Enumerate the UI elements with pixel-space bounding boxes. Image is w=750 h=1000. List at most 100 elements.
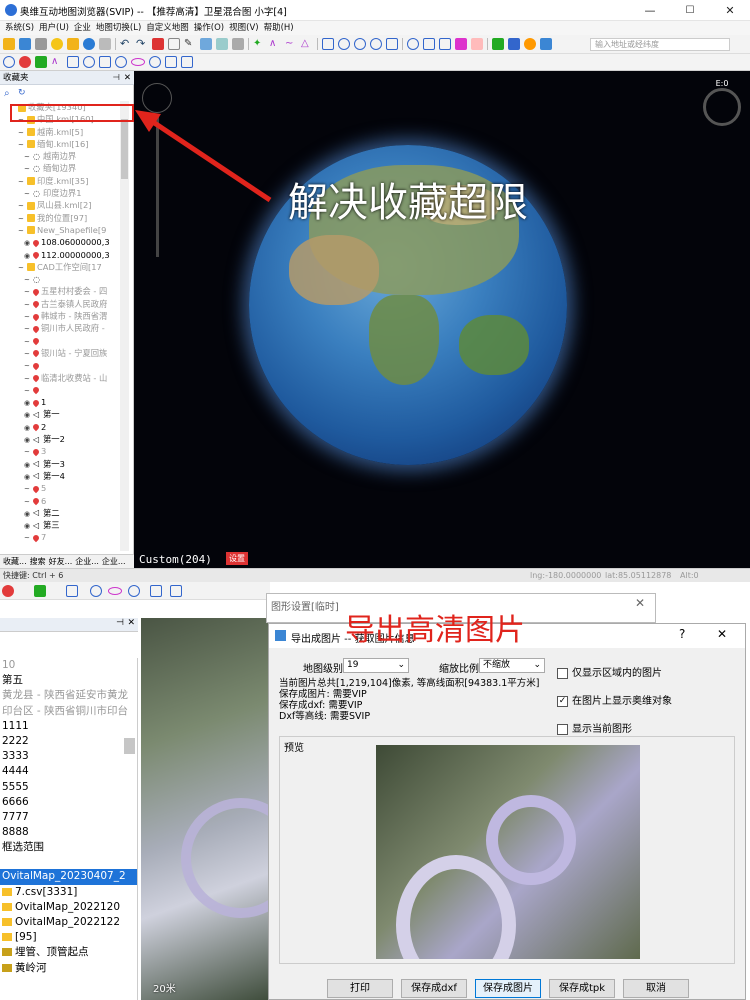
edit-icon[interactable]: ✎	[184, 38, 196, 50]
open-icon[interactable]	[3, 38, 15, 50]
tree-item[interactable]: ◉ 108.06000000,3	[0, 236, 120, 248]
folder-item[interactable]: 埋管、顶管起点	[0, 945, 137, 960]
tree-item[interactable]: ~7	[0, 531, 120, 543]
tree-item[interactable]: ~	[0, 359, 120, 371]
option-row[interactable]: 仅显示区域内的图片	[557, 660, 672, 688]
tree-item[interactable]: ~ CAD工作空间[17	[0, 261, 120, 273]
menu-item[interactable]: 企业	[74, 21, 91, 35]
layer-icon[interactable]	[99, 38, 111, 50]
settings-button[interactable]: 设置	[226, 552, 248, 565]
tree-item[interactable]: ~5	[0, 482, 120, 494]
tree-item[interactable]: ◉ 112.00000000,3	[0, 249, 120, 261]
level-select[interactable]: 19 ⌄	[343, 658, 409, 673]
flag-icon-2[interactable]	[34, 585, 46, 597]
compass[interactable]: E:0	[700, 79, 744, 127]
tree-item[interactable]: ◉ ◁ 第一3	[0, 458, 120, 470]
list-item[interactable]: 框选范围	[0, 840, 137, 855]
dialog-button[interactable]: 保存成图片	[475, 979, 541, 998]
list-item[interactable]: 1111	[0, 719, 137, 734]
close-dialog-button[interactable]: ✕	[717, 627, 727, 641]
panel-search-icon[interactable]: ⌕	[4, 88, 10, 99]
ellipse-icon[interactable]	[407, 38, 419, 50]
rect-icon[interactable]	[386, 38, 398, 50]
pin-icon-2[interactable]	[2, 585, 14, 597]
tree-item[interactable]: ~ 越南.kml[5]	[0, 126, 120, 138]
help-button[interactable]: ?	[679, 627, 685, 641]
pin-panel-icon-2[interactable]: ⊣	[116, 618, 124, 628]
panel-tab[interactable]: 收藏...	[3, 557, 27, 566]
circle-tool-icon[interactable]	[83, 56, 95, 68]
curve-icon[interactable]: ∼	[285, 38, 297, 50]
close-panel-icon[interactable]: ✕	[124, 71, 131, 85]
tree-item[interactable]: ◉ ◁ 第三	[0, 519, 120, 531]
tree-item[interactable]: ◉ 2	[0, 421, 120, 433]
ring-icon-2[interactable]	[128, 585, 140, 597]
share-icon[interactable]	[508, 38, 520, 50]
user-icon[interactable]	[35, 38, 47, 50]
visibility-icon[interactable]: ~	[18, 176, 27, 187]
polygon-icon[interactable]: △	[301, 38, 313, 50]
tree-item[interactable]: ~ 凤山县.kml[2]	[0, 199, 120, 211]
panel-tab[interactable]: 好友...	[49, 557, 73, 566]
tree-item[interactable]: ◉ 1	[0, 396, 120, 408]
tree-item[interactable]: ~ ◌ 越南边界	[0, 150, 120, 162]
tree-item[interactable]: ~	[0, 335, 120, 347]
folder-item[interactable]: OvitalMap_2022120	[0, 900, 137, 915]
graph-settings-close-icon[interactable]: ✕	[635, 596, 645, 610]
help-icon[interactable]	[540, 38, 552, 50]
circle-icon-2[interactable]	[90, 585, 102, 597]
list-item[interactable]: 4444	[0, 764, 137, 779]
list-item[interactable]: 8888	[0, 825, 137, 840]
scale-select[interactable]: 不缩放 ⌄	[479, 658, 545, 673]
tree-item[interactable]: ~ ◌	[0, 273, 120, 285]
tree-item[interactable]: ~3	[0, 445, 120, 457]
pin-panel-icon[interactable]: ⊣	[113, 71, 120, 85]
star-icon[interactable]	[51, 38, 63, 50]
tree-item[interactable]: ~6	[0, 495, 120, 507]
folder-item[interactable]: 7.csv[3331]	[0, 885, 137, 900]
visibility-icon[interactable]: ~	[18, 225, 27, 236]
tree-item[interactable]: ~ ◌ 缅甸边界	[0, 162, 120, 174]
panel-refresh-icon[interactable]: ↻	[18, 88, 26, 98]
polyline-icon[interactable]: ∧	[269, 38, 281, 50]
visibility-icon[interactable]: ~	[24, 151, 33, 162]
square-icon-2[interactable]	[150, 585, 162, 597]
checkbox[interactable]	[557, 667, 568, 679]
tree-item[interactable]: ~ 印度.kml[35]	[0, 175, 120, 187]
table-icon[interactable]	[439, 38, 451, 50]
menu-item[interactable]: 操作(O)	[194, 21, 224, 35]
folder-item[interactable]: 黄岭河	[0, 961, 137, 976]
tree-item[interactable]: ~ 古兰泰镇人民政府	[0, 298, 120, 310]
ellipse-tool-icon[interactable]	[131, 58, 145, 66]
chat-icon[interactable]	[492, 38, 504, 50]
menu-item[interactable]: 用户(U)	[39, 21, 69, 35]
visibility-icon[interactable]: ~	[18, 213, 27, 224]
dialog-button[interactable]: 打印	[327, 979, 393, 998]
panel-tab[interactable]: 搜索	[30, 557, 46, 566]
panel-tab[interactable]: 企业...	[102, 557, 126, 566]
save-icon[interactable]	[19, 38, 31, 50]
favorites-scrollbar[interactable]	[120, 101, 129, 551]
visibility-icon[interactable]: ◉	[24, 409, 33, 420]
tree-item[interactable]: ~	[0, 384, 120, 396]
visibility-icon[interactable]: ~	[24, 385, 33, 396]
list-item[interactable]: 黄龙县 - 陕西省延安市黄龙	[0, 688, 137, 703]
tree-item[interactable]: ~ New_Shapefile[9	[0, 224, 120, 236]
checkbox[interactable]	[557, 723, 568, 735]
list-item[interactable]: 5555	[0, 780, 137, 795]
dialog-button[interactable]: 保存成tpk	[549, 979, 615, 998]
option-row[interactable]: ✓ 在图片上显示奥维对象	[557, 688, 672, 716]
arc-tool-icon[interactable]	[149, 56, 161, 68]
list-item[interactable]: 7777	[0, 810, 137, 825]
line-icon[interactable]: ∧	[51, 56, 63, 68]
doc-icon-2[interactable]	[170, 585, 182, 597]
panel-tab[interactable]: 企业...	[75, 557, 99, 566]
tree-item[interactable]: ~ 铜川市人民政府 -	[0, 322, 120, 334]
visibility-icon[interactable]: ◉	[24, 471, 33, 482]
flag-icon[interactable]	[35, 56, 47, 68]
checkbox[interactable]: ✓	[557, 695, 568, 707]
tree-item[interactable]: ~ 缅甸.kml[16]	[0, 138, 120, 150]
rect-tool-icon[interactable]	[67, 56, 79, 68]
list-item[interactable]: 2222	[0, 734, 137, 749]
ring-icon[interactable]	[354, 38, 366, 50]
